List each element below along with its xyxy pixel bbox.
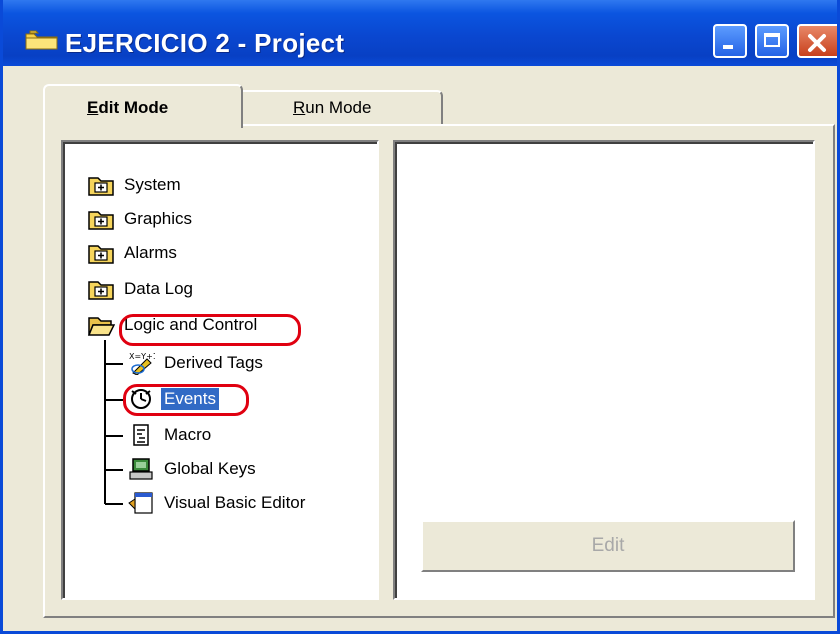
tree-node-logic-and-control[interactable]: Logic and Control bbox=[87, 310, 260, 340]
project-window: EJERCICIO 2 - Project Edit Mode Run Mode bbox=[0, 0, 840, 634]
tree-node-derived-tags[interactable]: X=Y+1 Derived Tags bbox=[127, 348, 266, 378]
folder-plus-icon bbox=[88, 281, 114, 300]
derived-tags-icon: X=Y+1 bbox=[129, 352, 155, 375]
tree-node-label: Graphics bbox=[124, 209, 193, 228]
close-button[interactable] bbox=[797, 24, 837, 58]
tree-node-system[interactable]: System bbox=[87, 170, 184, 200]
folder-plus-icon bbox=[88, 245, 114, 264]
tree-node-label: Derived Tags bbox=[164, 353, 263, 372]
project-folder-icon bbox=[25, 30, 58, 50]
tree-node-label: Events bbox=[161, 388, 219, 410]
tab-run-mode[interactable]: Run Mode bbox=[241, 90, 443, 124]
tree-node-visual-basic-editor[interactable]: Visual Basic Editor bbox=[127, 488, 308, 518]
tree-node-graphics[interactable]: Graphics bbox=[87, 204, 195, 234]
events-clock-icon bbox=[131, 389, 151, 409]
edit-button[interactable]: Edit bbox=[421, 520, 795, 572]
tree-node-global-keys[interactable]: Global Keys bbox=[127, 454, 259, 484]
tree-node-label: Logic and Control bbox=[124, 315, 258, 334]
tree-node-label: System bbox=[124, 175, 181, 194]
project-tree[interactable]: System Graphics Alarms Data Log Logic an… bbox=[63, 142, 377, 598]
minimize-button[interactable] bbox=[713, 24, 747, 58]
tree-node-label: Alarms bbox=[124, 243, 177, 262]
properties-area: Edit bbox=[395, 142, 813, 598]
project-tree-pane[interactable]: System Graphics Alarms Data Log Logic an… bbox=[61, 140, 379, 600]
tab-edit-mode-label: Edit Mode bbox=[87, 98, 169, 117]
tab-edit-mode[interactable]: Edit Mode bbox=[43, 84, 243, 128]
maximize-button[interactable] bbox=[755, 24, 789, 58]
tree-node-label: Macro bbox=[164, 425, 212, 444]
folder-plus-icon bbox=[88, 211, 114, 230]
tree-node-macro[interactable]: Macro bbox=[127, 420, 214, 450]
tree-node-label: Visual Basic Editor bbox=[164, 493, 306, 512]
close-icon bbox=[808, 34, 826, 52]
properties-pane: Edit bbox=[393, 140, 815, 600]
folder-open-icon bbox=[87, 317, 115, 336]
window-title: EJERCICIO 2 - Project bbox=[65, 28, 345, 58]
vb-editor-icon bbox=[128, 492, 153, 514]
svg-text:X=Y+1: X=Y+1 bbox=[129, 352, 155, 361]
tree-node-alarms[interactable]: Alarms bbox=[87, 238, 180, 268]
tree-node-events[interactable]: Events bbox=[127, 384, 219, 414]
tab-run-mode-label: Run Mode bbox=[293, 98, 372, 117]
global-keys-icon bbox=[129, 458, 153, 480]
folder-plus-icon bbox=[88, 177, 114, 196]
tree-node-label: Data Log bbox=[124, 279, 193, 298]
title-bar[interactable]: EJERCICIO 2 - Project bbox=[3, 0, 837, 66]
tree-node-data-log[interactable]: Data Log bbox=[87, 274, 196, 304]
tree-node-label: Global Keys bbox=[164, 459, 256, 478]
macro-icon bbox=[133, 424, 149, 446]
